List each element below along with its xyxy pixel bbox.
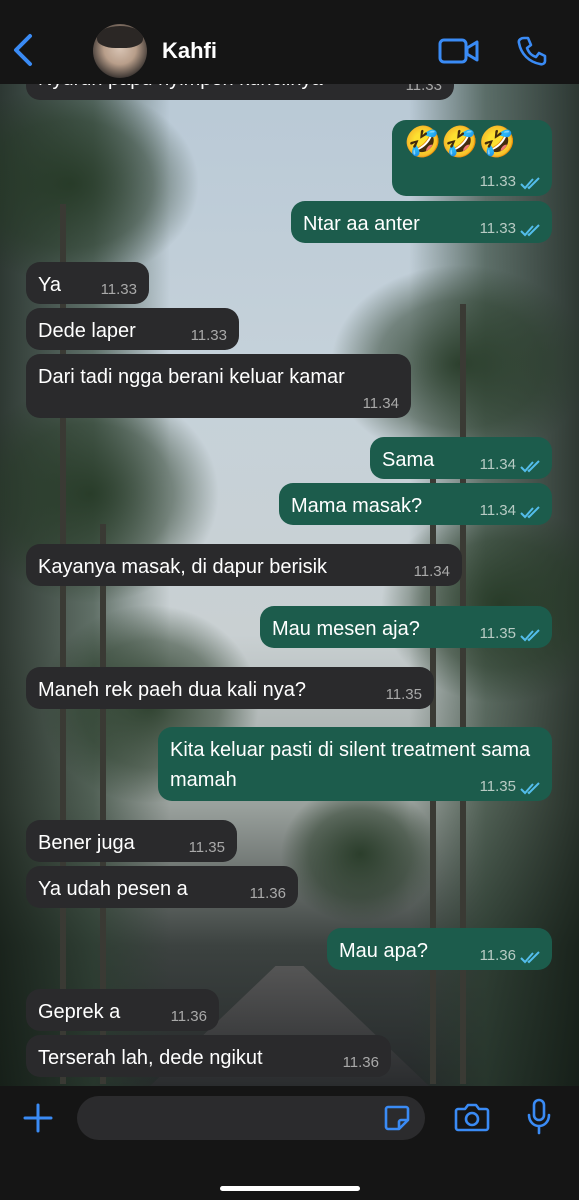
- message-time: 11.34: [479, 502, 516, 519]
- composer-bar: [0, 1086, 579, 1200]
- message-time: 11.35: [385, 686, 422, 703]
- avatar[interactable]: [93, 24, 147, 78]
- message-time: 11.35: [479, 778, 516, 795]
- message-text: Sama: [382, 449, 435, 471]
- contact-name[interactable]: Kahfi: [162, 38, 217, 64]
- message-text: Dari tadi ngga berani keluar kamar: [38, 366, 345, 388]
- read-ticks-icon: [520, 782, 540, 795]
- message-text: Kayanya masak, di dapur berisik: [38, 556, 328, 578]
- message-text: Dede laper: [38, 320, 136, 342]
- sticker-icon[interactable]: [383, 1104, 411, 1132]
- phone-icon[interactable]: [516, 35, 548, 67]
- message-time: 11.33: [100, 281, 137, 298]
- read-ticks-icon: [520, 506, 540, 519]
- message-time: 11.33: [190, 327, 227, 344]
- message-bubble-incoming[interactable]: Ya 11.33: [26, 262, 149, 304]
- message-text: Mau mesen aja?: [272, 618, 420, 640]
- plus-icon[interactable]: [22, 1102, 54, 1134]
- message-bubble-outgoing[interactable]: Ntar aa anter 11.33: [291, 201, 552, 243]
- message-text: Terserah lah, dede ngikut: [38, 1047, 263, 1069]
- message-bubble-outgoing[interactable]: Mau apa? 11.36: [327, 928, 552, 970]
- message-bubble-incoming[interactable]: Kayanya masak, di dapur berisik 11.34: [26, 544, 462, 586]
- message-bubble-incoming[interactable]: Terserah lah, dede ngikut 11.36: [26, 1035, 391, 1077]
- message-time: 11.36: [479, 947, 516, 964]
- message-time: 11.34: [413, 563, 450, 580]
- message-input[interactable]: [77, 1096, 425, 1140]
- message-text: Ya udah pesen a: [38, 878, 188, 900]
- chevron-left-icon[interactable]: [10, 30, 38, 70]
- message-bubble-outgoing[interactable]: Sama 11.34: [370, 437, 552, 479]
- message-bubble-incoming[interactable]: Maneh rek paeh dua kali nya? 11.35: [26, 667, 434, 709]
- message-time: 11.36: [249, 885, 286, 902]
- read-ticks-icon: [520, 177, 540, 190]
- message-bubble-incoming[interactable]: Ya udah pesen a 11.36: [26, 866, 298, 908]
- message-bubble-outgoing[interactable]: 🤣🤣🤣 11.33: [392, 120, 552, 196]
- message-time: 11.33: [479, 173, 516, 190]
- message-time: 11.36: [170, 1008, 207, 1025]
- read-ticks-icon: [520, 629, 540, 642]
- message-bubble-outgoing[interactable]: Mama masak? 11.34: [279, 483, 552, 525]
- microphone-icon[interactable]: [526, 1098, 552, 1136]
- read-ticks-icon: [520, 951, 540, 964]
- message-bubble-incoming[interactable]: Bener juga 11.35: [26, 820, 237, 862]
- message-text: Bener juga: [38, 832, 135, 854]
- message-text: 🤣🤣🤣: [404, 126, 517, 159]
- message-bubble-incoming[interactable]: Dari tadi ngga berani keluar kamar 11.34: [26, 354, 411, 418]
- message-time: 11.34: [479, 456, 516, 473]
- chat-header: Kahfi: [0, 0, 579, 84]
- message-bubble-incoming[interactable]: Dede laper 11.33: [26, 308, 239, 350]
- message-text: Kita keluar pasti di silent treatment sa…: [170, 739, 531, 791]
- message-text: Geprek a: [38, 1001, 121, 1023]
- message-text: Maneh rek paeh dua kali nya?: [38, 679, 306, 701]
- message-time: 11.35: [479, 625, 516, 642]
- message-time: 11.35: [188, 839, 225, 856]
- message-time: 11.33: [479, 220, 516, 237]
- message-text: Mau apa?: [339, 940, 428, 962]
- message-text: Ntar aa anter: [303, 213, 420, 235]
- message-bubble-outgoing[interactable]: Kita keluar pasti di silent treatment sa…: [158, 727, 552, 801]
- message-time: 11.36: [342, 1054, 379, 1071]
- read-ticks-icon: [520, 224, 540, 237]
- message-bubble-outgoing[interactable]: Mau mesen aja? 11.35: [260, 606, 552, 648]
- read-ticks-icon: [520, 460, 540, 473]
- message-text: Ya: [38, 274, 61, 296]
- video-camera-icon[interactable]: [438, 37, 480, 65]
- home-indicator: [220, 1186, 360, 1191]
- message-text: Mama masak?: [291, 495, 423, 517]
- message-bubble-incoming[interactable]: Geprek a 11.36: [26, 989, 219, 1031]
- camera-icon[interactable]: [454, 1102, 490, 1132]
- message-time: 11.34: [362, 395, 399, 412]
